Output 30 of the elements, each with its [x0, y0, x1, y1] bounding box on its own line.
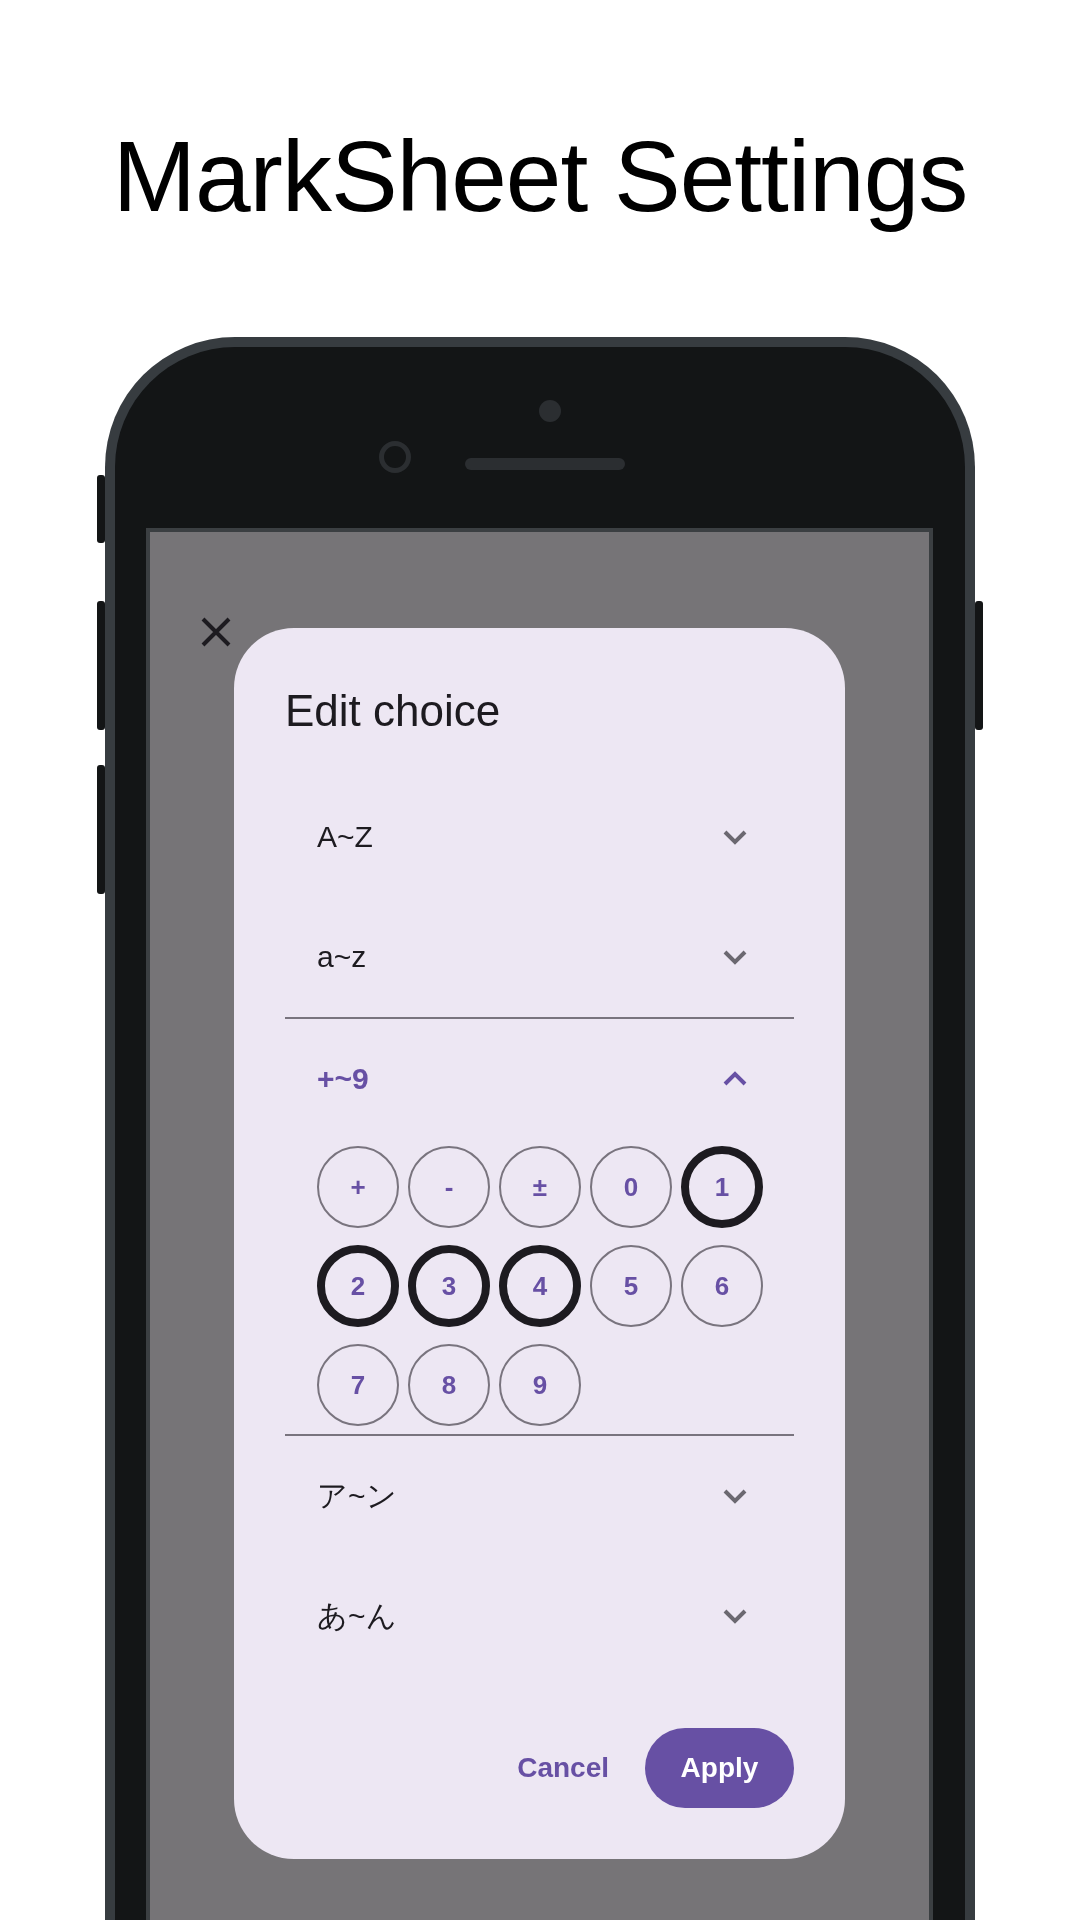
- choice-group-header[interactable]: あ~ん: [285, 1556, 794, 1676]
- choice-chip[interactable]: 6: [681, 1245, 763, 1327]
- choice-chip[interactable]: 4: [499, 1245, 581, 1327]
- choice-group-header[interactable]: +~9: [285, 1019, 794, 1139]
- apply-button[interactable]: Apply: [645, 1728, 794, 1808]
- chevron-down-icon: [722, 829, 748, 845]
- choice-chip[interactable]: 9: [499, 1344, 581, 1426]
- choice-chip[interactable]: ±: [499, 1146, 581, 1228]
- choice-chip[interactable]: -: [408, 1146, 490, 1228]
- choice-chip[interactable]: +: [317, 1146, 399, 1228]
- choice-chip[interactable]: 0: [590, 1146, 672, 1228]
- choice-group-header[interactable]: a~z: [285, 897, 794, 1017]
- chevron-down-icon: [722, 1488, 748, 1504]
- chevron-down-icon: [722, 949, 748, 965]
- camera-dot: [539, 400, 561, 422]
- choice-chip[interactable]: 3: [408, 1245, 490, 1327]
- choice-chip[interactable]: 8: [408, 1344, 490, 1426]
- dialog-title: Edit choice: [285, 685, 502, 737]
- choice-chip[interactable]: 1: [681, 1146, 763, 1228]
- close-icon: [200, 616, 232, 648]
- chevron-up-icon: [722, 1071, 748, 1087]
- chevron-down-icon: [722, 1608, 748, 1624]
- choice-group-header[interactable]: A~Z: [285, 777, 794, 897]
- choice-chip[interactable]: 2: [317, 1245, 399, 1327]
- cancel-button[interactable]: Cancel: [517, 1742, 609, 1794]
- choice-group-header[interactable]: ア~ン: [285, 1436, 794, 1556]
- choice-chip[interactable]: 7: [317, 1344, 399, 1426]
- choice-chip[interactable]: 5: [590, 1245, 672, 1327]
- page-title: MarkSheet Settings: [112, 119, 968, 234]
- camera-lens: [379, 441, 411, 473]
